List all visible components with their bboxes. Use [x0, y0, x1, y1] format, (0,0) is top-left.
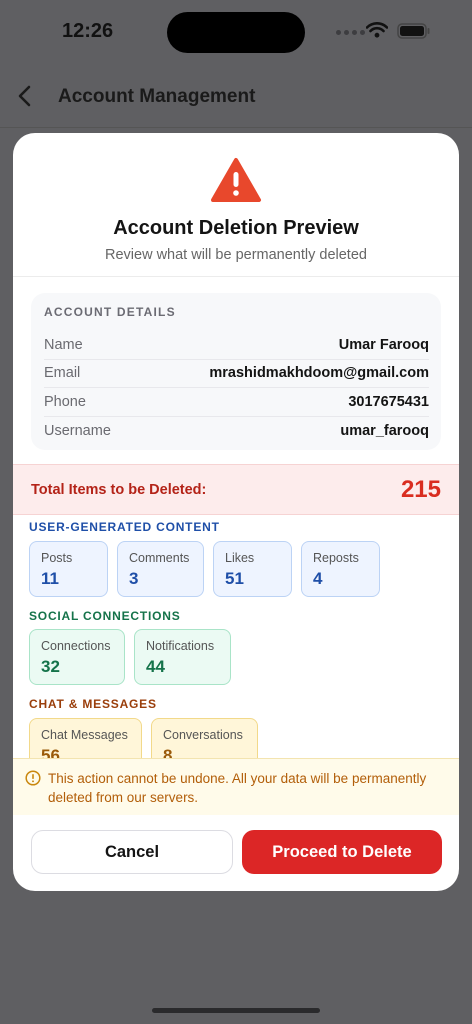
status-bar: 12:26: [0, 0, 472, 62]
stat-label: Comments: [129, 551, 190, 565]
stat-label: Connections: [41, 639, 111, 653]
irreversible-warning-notice: This action cannot be undone. All your d…: [13, 758, 459, 815]
section-heading-social: SOCIAL CONNECTIONS: [29, 609, 181, 623]
wifi-icon: [366, 22, 388, 38]
modal-subtitle: Review what will be permanently deleted: [105, 247, 367, 263]
stat-chip-likes: Likes 51: [213, 541, 292, 597]
stat-chip-connections: Connections 32: [29, 629, 125, 685]
status-time: 12:26: [62, 20, 114, 42]
navigation-bar: Account Management: [0, 62, 472, 128]
stat-label: Reposts: [313, 551, 359, 565]
stat-label: Chat Messages: [41, 728, 128, 742]
account-details-card: ACCOUNT DETAILS Name Umar Farooq Email m…: [31, 293, 441, 450]
detail-row-email: Email mrashidmakhdoom@gmail.com: [44, 360, 429, 388]
stat-chip-reposts: Reposts 4: [301, 541, 380, 597]
stat-value: 11: [41, 569, 59, 588]
signal-dots-icon: [336, 30, 365, 35]
modal-header: Account Deletion Preview Review what wil…: [13, 133, 459, 277]
detail-value: umar_farooq: [340, 422, 429, 439]
dynamic-island: [167, 12, 305, 53]
deletion-preview-modal: Account Deletion Preview Review what wil…: [13, 133, 459, 891]
stat-label: Conversations: [163, 728, 243, 742]
total-items-banner: Total Items to be Deleted: 215: [13, 464, 459, 515]
detail-value: 3017675431: [348, 393, 429, 410]
section-heading-user-content: USER-GENERATED CONTENT: [29, 520, 220, 534]
social-chips: Connections 32 Notifications 44: [29, 629, 231, 685]
stat-value: 32: [41, 657, 60, 676]
stat-value: 3: [129, 569, 139, 588]
detail-label: Name: [44, 336, 83, 353]
notice-text: This action cannot be undone. All your d…: [48, 771, 427, 805]
section-heading-chat: CHAT & MESSAGES: [29, 697, 157, 711]
total-items-count: 215: [400, 476, 441, 503]
info-warning-icon: [25, 770, 41, 786]
battery-icon: [397, 23, 430, 39]
cancel-button[interactable]: Cancel: [31, 830, 233, 874]
stat-value: 4: [313, 569, 323, 588]
detail-row-username: Username umar_farooq: [44, 417, 429, 446]
detail-value: mrashidmakhdoom@gmail.com: [209, 365, 429, 382]
stat-value: 44: [146, 657, 165, 676]
detail-row-phone: Phone 3017675431: [44, 388, 429, 417]
home-indicator[interactable]: [152, 1008, 320, 1013]
stat-label: Posts: [41, 551, 73, 565]
user-content-chips: Posts 11 Comments 3 Likes 51 Reposts 4: [29, 541, 380, 597]
stat-label: Notifications: [146, 639, 215, 653]
page-title: Account Management: [58, 86, 256, 107]
detail-row-name: Name Umar Farooq: [44, 331, 429, 360]
stat-chip-notifications: Notifications 44: [134, 629, 231, 685]
proceed-to-delete-button[interactable]: Proceed to Delete: [242, 830, 442, 874]
stat-chip-comments: Comments 3: [117, 541, 204, 597]
modal-title: Account Deletion Preview: [113, 217, 359, 239]
stat-value: 51: [225, 569, 244, 588]
warning-icon: [211, 158, 261, 202]
stat-chip-posts: Posts 11: [29, 541, 108, 597]
stat-label: Likes: [225, 551, 255, 565]
account-details-heading: ACCOUNT DETAILS: [44, 305, 176, 319]
total-items-label: Total Items to be Deleted:: [31, 482, 207, 498]
detail-label: Username: [44, 422, 111, 439]
detail-label: Email: [44, 365, 81, 382]
detail-label: Phone: [44, 393, 86, 410]
detail-value: Umar Farooq: [338, 336, 429, 353]
back-chevron-icon[interactable]: [14, 84, 36, 108]
